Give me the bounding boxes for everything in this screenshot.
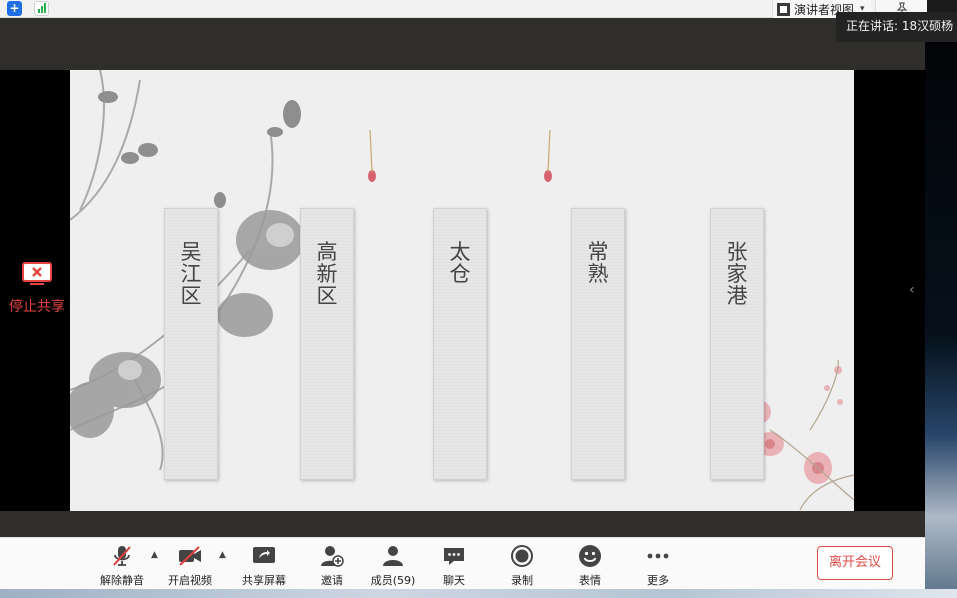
next-page-arrow[interactable]: ‹ (909, 282, 915, 298)
emoji-icon (579, 545, 601, 567)
plus-square-icon[interactable]: + (7, 1, 22, 16)
region-panel-gaoxin: 高新区 (300, 208, 354, 480)
record-label: 录制 (511, 574, 533, 587)
microphone-muted-icon (113, 546, 131, 566)
chat-icon (444, 548, 464, 565)
reactions-button[interactable]: 表情 (558, 544, 622, 588)
panel-label: 吴江区 (180, 240, 202, 308)
region-panel-zhangjiagang: 张家港 (710, 208, 764, 480)
share-screen-label: 共享屏幕 (242, 574, 286, 587)
audio-options-caret[interactable]: ▲ (151, 550, 158, 560)
panel-label: 张家港 (726, 240, 748, 308)
reactions-label: 表情 (579, 574, 601, 587)
chat-button[interactable]: 聊天 (422, 544, 486, 588)
top-strip: + 演讲者视图 ▾ (0, 0, 957, 18)
meeting-toolbar: 解除静音 ▲ 开启视频 ▲ 共享屏幕 邀请 成员(59) 聊天 录制 表情 更多… (0, 537, 925, 589)
speaking-indicator: 正在讲话: 18汉硕杨 (836, 12, 957, 42)
invite-user-icon (321, 546, 344, 567)
panel-label: 高新区 (316, 240, 338, 308)
record-icon (511, 545, 533, 567)
unmute-button[interactable]: 解除静音 (90, 544, 154, 588)
start-video-label: 开启视频 (168, 574, 212, 587)
video-off-icon (179, 546, 201, 566)
more-button[interactable]: 更多 (626, 544, 690, 588)
shared-screen-stage: 吴江区 高新区 太仓 常熟 张家港 (0, 70, 925, 511)
desktop-background (925, 18, 957, 598)
panel-label: 太仓 (449, 240, 471, 286)
view-layout-icon (777, 2, 790, 16)
signal-bars-icon[interactable] (34, 1, 49, 16)
region-panel-wujiang: 吴江区 (164, 208, 218, 480)
share-screen-button[interactable]: 共享屏幕 (232, 544, 296, 588)
region-panel-changshu: 常熟 (571, 208, 625, 480)
share-screen-icon (253, 547, 275, 563)
participants-button[interactable]: 成员(59) (361, 544, 425, 588)
members-icon (383, 546, 403, 566)
taskbar-strip (0, 589, 957, 598)
participants-label: 成员(59) (370, 574, 416, 587)
invite-label: 邀请 (321, 574, 343, 587)
start-video-button[interactable]: 开启视频 (158, 544, 222, 588)
region-panel-taicang: 太仓 (433, 208, 487, 480)
more-label: 更多 (647, 574, 669, 587)
record-button[interactable]: 录制 (490, 544, 554, 588)
stop-share-label: 停止共享 (9, 299, 65, 315)
leave-meeting-button[interactable]: 离开会议 (817, 546, 893, 580)
stop-share-button[interactable]: 停止共享 (0, 262, 74, 316)
panel-label: 常熟 (587, 240, 609, 286)
stop-share-icon (22, 262, 52, 285)
more-icon (647, 553, 669, 559)
presentation-slide: 吴江区 高新区 太仓 常熟 张家港 (70, 70, 854, 511)
video-options-caret[interactable]: ▲ (219, 550, 226, 560)
unmute-label: 解除静音 (100, 574, 144, 587)
chat-label: 聊天 (443, 574, 465, 587)
invite-button[interactable]: 邀请 (300, 544, 364, 588)
